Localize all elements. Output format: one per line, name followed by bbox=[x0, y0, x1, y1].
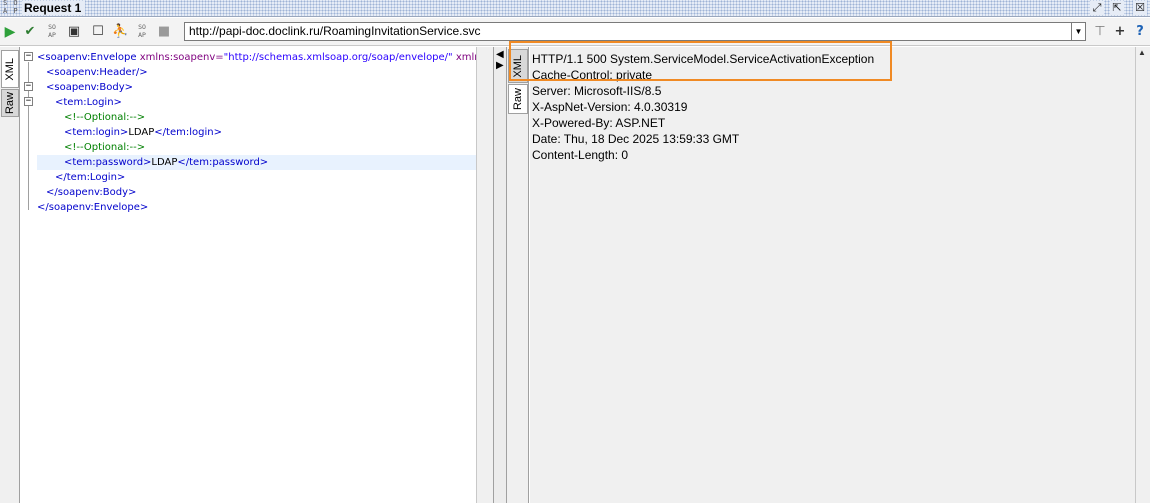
xml-line: <soapenv:Envelope xmlns:soapenv="http://… bbox=[37, 50, 476, 65]
xml-token: <tem:login> bbox=[64, 127, 129, 138]
tab-request-xml[interactable]: XML bbox=[1, 50, 19, 88]
xml-line: </soapenv:Body> bbox=[37, 185, 476, 200]
xml-token: <tem:password> bbox=[64, 157, 152, 168]
xml-token: </soapenv:Body> bbox=[46, 187, 137, 198]
stop-icon[interactable]: ☐ bbox=[90, 24, 106, 40]
xml-line: <soapenv:Body> bbox=[37, 80, 476, 95]
fold-toggle-icon[interactable]: − bbox=[24, 82, 33, 91]
xml-line: <tem:password>LDAP</tem:password> bbox=[37, 155, 476, 170]
collapse-right-icon[interactable]: ▶ bbox=[496, 61, 504, 71]
collapse-left-icon[interactable]: ◀ bbox=[496, 50, 504, 60]
xml-line: <soapenv:Header/> bbox=[37, 65, 476, 80]
help-icon[interactable]: ? bbox=[1132, 24, 1148, 40]
fold-toggle-icon[interactable]: − bbox=[24, 97, 33, 106]
scroll-up-icon[interactable]: ▲ bbox=[1138, 49, 1146, 57]
xml-token: "http://schemas.xmlsoap.org/soap/envelop… bbox=[223, 52, 453, 63]
request-toolbar: ▶ ✔ SO AP ▣ ☐ ⛹ SO AP ■ http://papi-doc.do… bbox=[0, 18, 1150, 46]
soap-logo: S OA P bbox=[3, 0, 19, 15]
endpoint-url-input[interactable]: http://papi-doc.doclink.ru/RoamingInvita… bbox=[184, 22, 1072, 41]
xml-line: <!--Optional:--> bbox=[37, 110, 476, 125]
close-icon[interactable]: ☒ bbox=[1133, 1, 1147, 15]
tab-request-raw[interactable]: Raw bbox=[1, 89, 19, 117]
add-endpoint-icon[interactable]: + bbox=[1112, 24, 1128, 40]
xml-token: <!--Optional:--> bbox=[64, 142, 146, 153]
response-view-tabs: XML Raw bbox=[507, 47, 529, 503]
tab-response-raw[interactable]: Raw bbox=[508, 84, 528, 114]
fold-toggle-icon[interactable]: − bbox=[24, 52, 33, 61]
xml-token: <tem:Login> bbox=[55, 97, 122, 108]
xml-token: LDAP bbox=[151, 157, 178, 168]
response-header-line: Cache-Control: private bbox=[532, 68, 653, 82]
xml-token: LDAP bbox=[128, 127, 155, 138]
xml-token: </tem:password> bbox=[177, 157, 269, 168]
xml-token: </soapenv:Envelope> bbox=[37, 202, 149, 213]
xml-token: xmlns:tem bbox=[455, 52, 476, 63]
response-header-line: Server: Microsoft-IIS/8.5 bbox=[532, 84, 662, 98]
response-status-line: HTTP/1.1 500 System.ServiceModel.Service… bbox=[532, 52, 875, 66]
xml-line: <tem:Login> bbox=[37, 95, 476, 110]
user-auth-icon[interactable]: ⛹ bbox=[112, 24, 128, 40]
fold-gutter: − − − bbox=[21, 47, 35, 503]
undock-icon[interactable]: ⤢ bbox=[1090, 1, 1104, 15]
xml-line: <!--Optional:--> bbox=[37, 140, 476, 155]
xml-line: </tem:Login> bbox=[37, 170, 476, 185]
request-scrollbar[interactable] bbox=[476, 47, 493, 503]
validate-icon[interactable]: ✔ bbox=[22, 24, 38, 40]
panel-splitter[interactable]: ◀ ▶ bbox=[493, 47, 507, 503]
title-bar: S OA P Request 1 ⤢ ⇱ ☒ bbox=[0, 0, 1150, 17]
soap-format-icon[interactable]: SO AP bbox=[134, 23, 150, 40]
xml-line: <tem:login>LDAP</tem:login> bbox=[37, 125, 476, 140]
soap-version-icon[interactable]: SO AP bbox=[44, 23, 60, 40]
xml-token: <soapenv:Body> bbox=[46, 82, 134, 93]
filter-icon[interactable]: ⊤ bbox=[1092, 24, 1108, 40]
xml-token: </tem:Login> bbox=[55, 172, 126, 183]
window-title: Request 1 bbox=[22, 1, 86, 15]
submit-request-icon[interactable]: ▶ bbox=[2, 24, 18, 40]
response-header-line: X-AspNet-Version: 4.0.30319 bbox=[532, 100, 688, 114]
xml-token: xmlns:soapenv= bbox=[139, 52, 224, 63]
xml-token: <soapenv:Header/> bbox=[46, 67, 148, 78]
xml-token: </tem:login> bbox=[154, 127, 222, 138]
tab-response-xml[interactable]: XML bbox=[508, 49, 528, 83]
response-scrollbar[interactable]: ▲ bbox=[1135, 47, 1150, 503]
response-header-line: Date: Thu, 18 Dec 2025 13:59:33 GMT bbox=[532, 132, 740, 146]
response-header-line: Content-Length: 0 bbox=[532, 148, 629, 162]
cancel-icon[interactable]: ■ bbox=[156, 24, 172, 40]
request-xml-editor[interactable]: − − − <soapenv:Envelope xmlns:soapenv="h… bbox=[21, 47, 476, 503]
response-header-line: X-Powered-By: ASP.NET bbox=[532, 116, 666, 130]
request-view-tabs: XML Raw bbox=[0, 47, 20, 503]
url-dropdown-icon[interactable]: ▼ bbox=[1072, 22, 1086, 41]
xml-code: <soapenv:Envelope xmlns:soapenv="http://… bbox=[37, 50, 476, 215]
xml-token: <!--Optional:--> bbox=[64, 112, 146, 123]
xml-line: </soapenv:Envelope> bbox=[37, 200, 476, 215]
response-raw-view[interactable]: HTTP/1.1 500 System.ServiceModel.Service… bbox=[530, 47, 1135, 503]
maximize-icon[interactable]: ⇱ bbox=[1110, 1, 1124, 15]
resize-icon[interactable]: ▣ bbox=[66, 24, 82, 40]
xml-token: <soapenv:Envelope bbox=[37, 52, 140, 63]
